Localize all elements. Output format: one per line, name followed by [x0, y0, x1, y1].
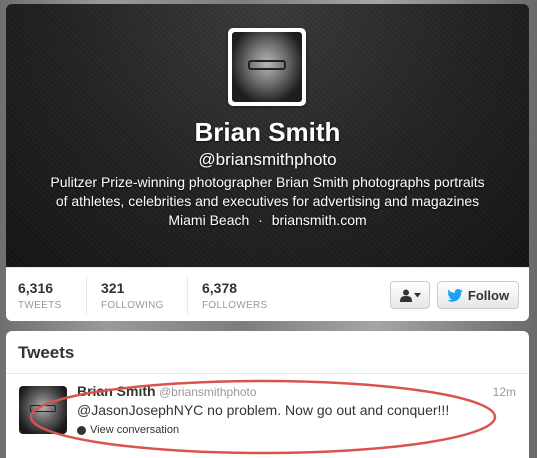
- tweet-author-handle[interactable]: @briansmithphoto: [159, 385, 257, 399]
- stat-value: 6,378: [202, 280, 238, 296]
- profile-stats-bar: 6,316 TWEETS 321 FOLLOWING 6,378 FOLLOWE…: [6, 267, 529, 321]
- profile-handle: @briansmithphoto: [198, 150, 337, 169]
- stat-label: FOLLOWERS: [202, 300, 268, 311]
- twitter-bird-icon: [447, 288, 463, 302]
- view-conversation-label: View conversation: [90, 424, 180, 436]
- stat-value: 321: [101, 280, 125, 296]
- bio-line: Pulitzer Prize-winning photographer Bria…: [50, 174, 485, 190]
- caret-down-icon: [413, 292, 421, 297]
- separator-dot: ·: [258, 212, 263, 228]
- tweets-panel: Tweets Brian Smith @briansmithphoto 12m …: [6, 331, 529, 458]
- profile-header: Brian Smith @briansmithphoto Pulitzer Pr…: [6, 4, 529, 267]
- location-line: Miami Beach · briansmith.com: [6, 212, 529, 228]
- stat-tweets[interactable]: 6,316 TWEETS: [18, 280, 61, 311]
- stat-divider: [187, 276, 188, 314]
- stat-label: TWEETS: [18, 300, 62, 311]
- person-icon: [399, 289, 412, 302]
- follow-button[interactable]: Follow: [437, 281, 519, 309]
- tweet-item[interactable]: Brian Smith @briansmithphoto 12m @JasonJ…: [6, 374, 529, 458]
- stat-divider: [86, 276, 87, 314]
- stat-value: 6,316: [18, 280, 54, 296]
- conversation-icon: [77, 425, 86, 435]
- stat-label: FOLLOWING: [101, 300, 164, 311]
- user-actions-button[interactable]: [390, 281, 430, 309]
- stat-followers[interactable]: 6,378 FOLLOWERS: [202, 280, 268, 311]
- view-conversation-link[interactable]: View conversation: [77, 424, 179, 436]
- profile-bio: Pulitzer Prize-winning photographer Bria…: [6, 173, 529, 211]
- tweets-heading: Tweets: [6, 331, 529, 374]
- profile-website-link[interactable]: briansmith.com: [272, 212, 367, 228]
- profile-avatar[interactable]: [228, 28, 306, 106]
- avatar-photo: [232, 32, 302, 102]
- profile-location: Miami Beach: [168, 212, 250, 228]
- tweet-avatar[interactable]: [19, 386, 67, 434]
- stat-following[interactable]: 321 FOLLOWING: [101, 280, 164, 311]
- profile-name: Brian Smith: [194, 117, 341, 147]
- bio-line: of athletes, celebrities and executives …: [55, 193, 480, 209]
- follow-label: Follow: [467, 287, 510, 303]
- tweet-timestamp[interactable]: 12m: [493, 385, 516, 399]
- tweet-author-name[interactable]: Brian Smith: [77, 383, 156, 399]
- tweet-text: @JasonJosephNYC no problem. Now go out a…: [77, 402, 450, 418]
